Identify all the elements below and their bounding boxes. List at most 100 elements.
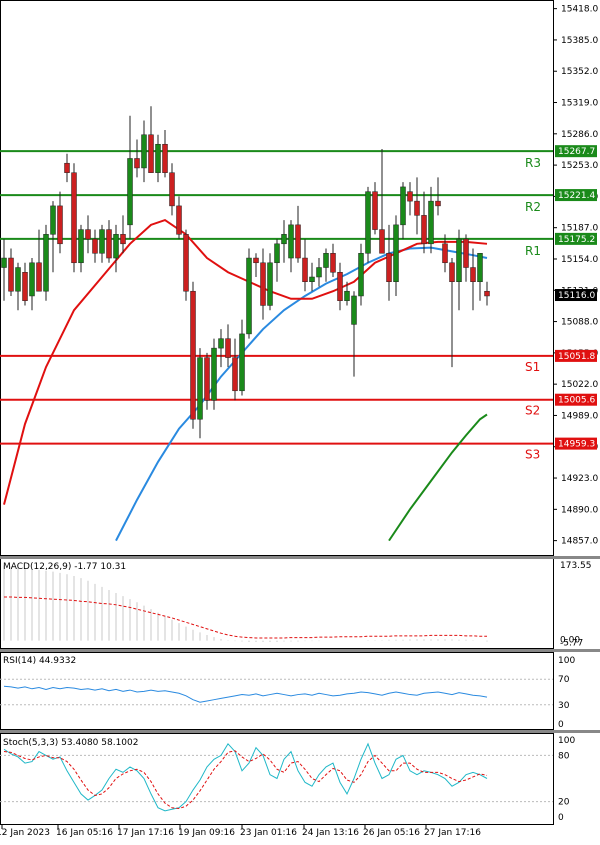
candle-body [127,158,133,226]
candle-body [57,205,63,245]
candle-body [99,229,105,254]
time-label: 12 Jan 2023 [0,828,50,838]
candle-body [29,262,35,297]
candle-body [295,224,301,259]
level-name-s1: S1 [525,360,540,374]
time-label: 16 Jan 05:16 [56,828,113,838]
time-label: 17 Jan 17:16 [117,828,174,838]
candle-body [43,234,49,292]
candle-body [407,191,413,202]
candle-body [358,253,364,297]
candle-body [470,267,476,282]
candle-body [148,134,154,173]
candle-body [400,186,406,226]
stoch-label: Stoch(5,3,3) 53.4080 58.1002 [3,738,138,748]
stoch-tick-label: 0 [558,813,564,823]
time-label: 27 Jan 17:16 [424,828,481,838]
candle-body [442,243,448,264]
candle-body [323,253,329,268]
candle-body [477,253,483,282]
candle-body [225,338,231,358]
macd-signal-line [4,596,487,639]
rsi-tick-label: 70 [558,675,570,685]
candle-body [232,357,238,392]
candle-body [456,238,462,282]
level-price-label: 14959.3 [558,440,595,450]
rsi-label: RSI(14) 44.9332 [3,656,76,666]
candle-body [414,200,420,216]
candle-body [253,257,259,264]
panel-separator [0,730,600,733]
time-label: 23 Jan 01:16 [240,828,297,838]
candle-body [106,229,112,259]
candle-body [337,272,343,301]
rsi-tick-label: 30 [558,701,570,711]
candle-body [162,143,168,173]
candle-body [246,257,252,335]
macd-tick-label: -5.77 [560,639,583,649]
candle-body [8,257,14,292]
rsi-panel-frame [0,652,554,730]
price-tick-label: 15253.0 [561,161,598,171]
candle-body [372,191,378,230]
ma-green-line [388,413,488,542]
candle-body [141,134,147,169]
time-label: 24 Jan 13:16 [302,828,359,838]
candle-body [197,357,203,420]
price-tick-label: 15319.0 [561,99,598,109]
candle-body [344,290,350,301]
stoch-d-line [3,750,488,810]
time-label: 19 Jan 09:16 [178,828,235,838]
rsi-tick-label: 0 [558,720,564,730]
candle-body [379,229,385,254]
price-tick-label: 15352.0 [561,67,598,77]
candle-body [267,262,273,306]
candle-body [204,357,210,401]
price-tick-label: 14989.0 [561,411,598,421]
price-tick-label: 15154.0 [561,255,598,265]
time-label: 26 Jan 05:16 [363,828,420,838]
rsi-line [3,685,488,703]
level-name-r1: R1 [525,244,541,258]
candle-body [393,224,399,282]
candle-body [421,215,427,245]
candle-body [218,338,224,349]
price-tick-label: 14923.0 [561,474,598,484]
candle-body [274,243,280,264]
candle-body [463,238,469,268]
level-price-label: 15175.2 [558,235,595,245]
candle-body [351,295,357,325]
price-tick-label: 15022.0 [561,380,598,390]
candle-body [15,267,21,292]
price-tick-label: 15088.0 [561,318,598,328]
macd-tick-label: 173.55 [560,561,592,571]
price-tick-label: 14890.0 [561,505,598,515]
macd-label: MACD(12,26,9) -1.77 10.31 [3,562,126,572]
stoch-tick-label: 100 [558,736,575,746]
current-price-label: 15116.0 [558,291,595,301]
candle-body [449,262,455,282]
candle-body [183,234,189,292]
price-tick-label: 15418.0 [561,5,598,15]
level-price-label: 15051.8 [558,352,595,362]
candle-body [281,234,287,245]
candle-body [134,158,140,169]
candle-body [309,276,315,282]
candle-body [64,162,70,173]
macd-panel-frame [0,558,554,649]
level-name-r3: R3 [525,156,541,170]
candle-body [71,172,77,264]
trading-chart[interactable]: 15418.0 15385.0 15352.0 15319.0 15286.0 15253… [0,0,600,841]
candle-body [85,229,91,240]
candle-body [365,191,371,254]
stoch-tick-label: 80 [558,751,570,761]
candle-body [92,238,98,254]
level-price-label: 15005.6 [558,396,595,406]
candle-body [190,290,196,420]
price-tick-label: 15385.0 [561,36,598,46]
price-tick-label: 14857.0 [561,537,598,547]
candle-body [316,267,322,278]
candle-body [78,229,84,264]
level-price-label: 15221.4 [558,191,595,201]
stoch-k-line [3,742,488,812]
